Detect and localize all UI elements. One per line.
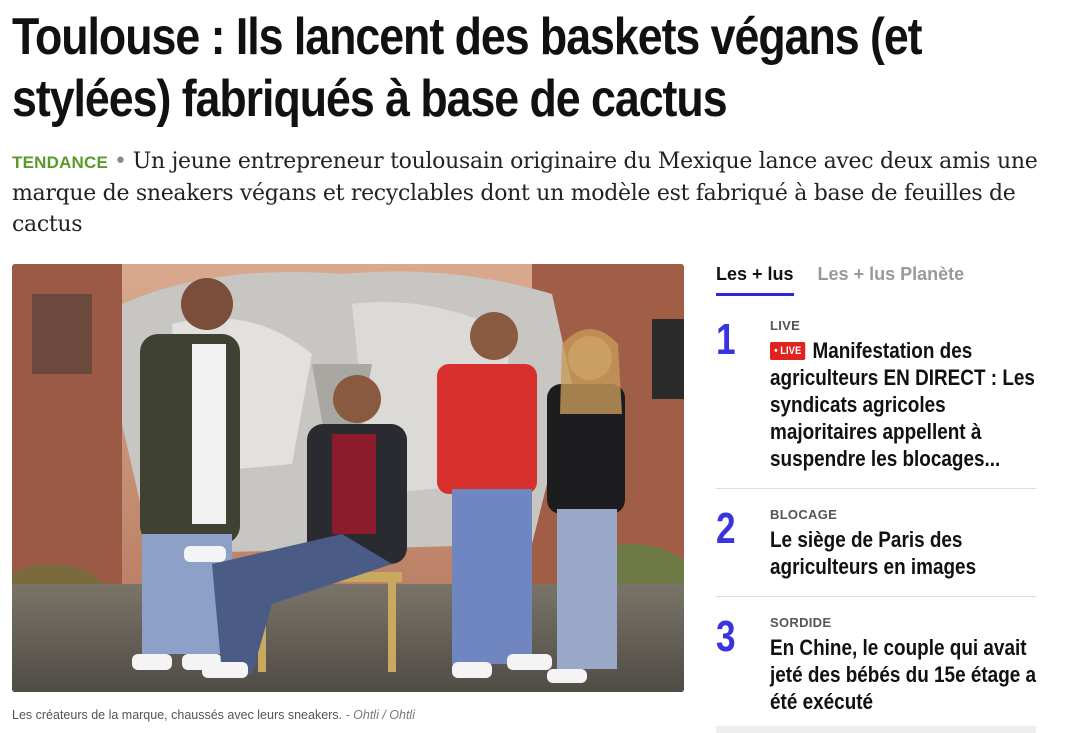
item-title[interactable]: En Chine, le couple qui avait jeté des b… [770, 634, 1037, 715]
sidebar-bottom-divider [716, 726, 1036, 733]
item-rank: 1 [716, 315, 736, 364]
tab-most-read[interactable]: Les + lus [716, 262, 794, 296]
item-rank: 2 [716, 504, 736, 553]
most-read-sidebar: Les + lus Les + lus Planète 1 LIVE • LIV… [716, 262, 1036, 731]
item-kicker: BLOCAGE [770, 507, 838, 522]
category-tag[interactable]: TENDANCE [12, 153, 108, 172]
article-headline: Toulouse : Ils lancent des baskets végan… [12, 8, 923, 128]
article-photo[interactable] [12, 264, 684, 692]
item-body: SORDIDE En Chine, le couple qui avait je… [770, 615, 1067, 715]
item-body: LIVE • LIVE Manifestation des agriculteur… [770, 318, 1067, 472]
item-title[interactable]: Le siège de Paris des agriculteurs en im… [770, 526, 1037, 580]
photo-illustration [12, 264, 684, 692]
live-badge: • LIVE [770, 342, 806, 360]
most-read-item[interactable]: 3 SORDIDE En Chine, le couple qui avait … [716, 597, 1036, 731]
item-title[interactable]: • LIVE Manifestation des agriculteurs EN … [770, 337, 1037, 472]
item-kicker: SORDIDE [770, 615, 832, 630]
tab-most-read-planete[interactable]: Les + lus Planète [818, 262, 965, 300]
article-lede: TENDANCE • Un jeune entrepreneur toulousai… [12, 146, 1042, 240]
photo-credit: - Ohtli / Ohtli [345, 708, 415, 722]
tag-separator: • [114, 149, 127, 174]
item-kicker: LIVE [770, 318, 801, 333]
sidebar-tabs: Les + lus Les + lus Planète [716, 262, 1036, 300]
photo-caption: Les créateurs de la marque, chaussés ave… [12, 708, 415, 722]
lede-text: Un jeune entrepreneur toulousain origina… [12, 149, 1038, 237]
caption-text: Les créateurs de la marque, chaussés ave… [12, 708, 343, 722]
most-read-item[interactable]: 1 LIVE • LIVE Manifestation des agriculte… [716, 300, 1036, 489]
item-title-text: Manifestation des agriculteurs EN DIRECT… [770, 338, 1035, 471]
most-read-item[interactable]: 2 BLOCAGE Le siège de Paris des agricult… [716, 489, 1036, 597]
item-rank: 3 [716, 612, 736, 661]
item-body: BLOCAGE Le siège de Paris des agriculteu… [770, 507, 1067, 580]
